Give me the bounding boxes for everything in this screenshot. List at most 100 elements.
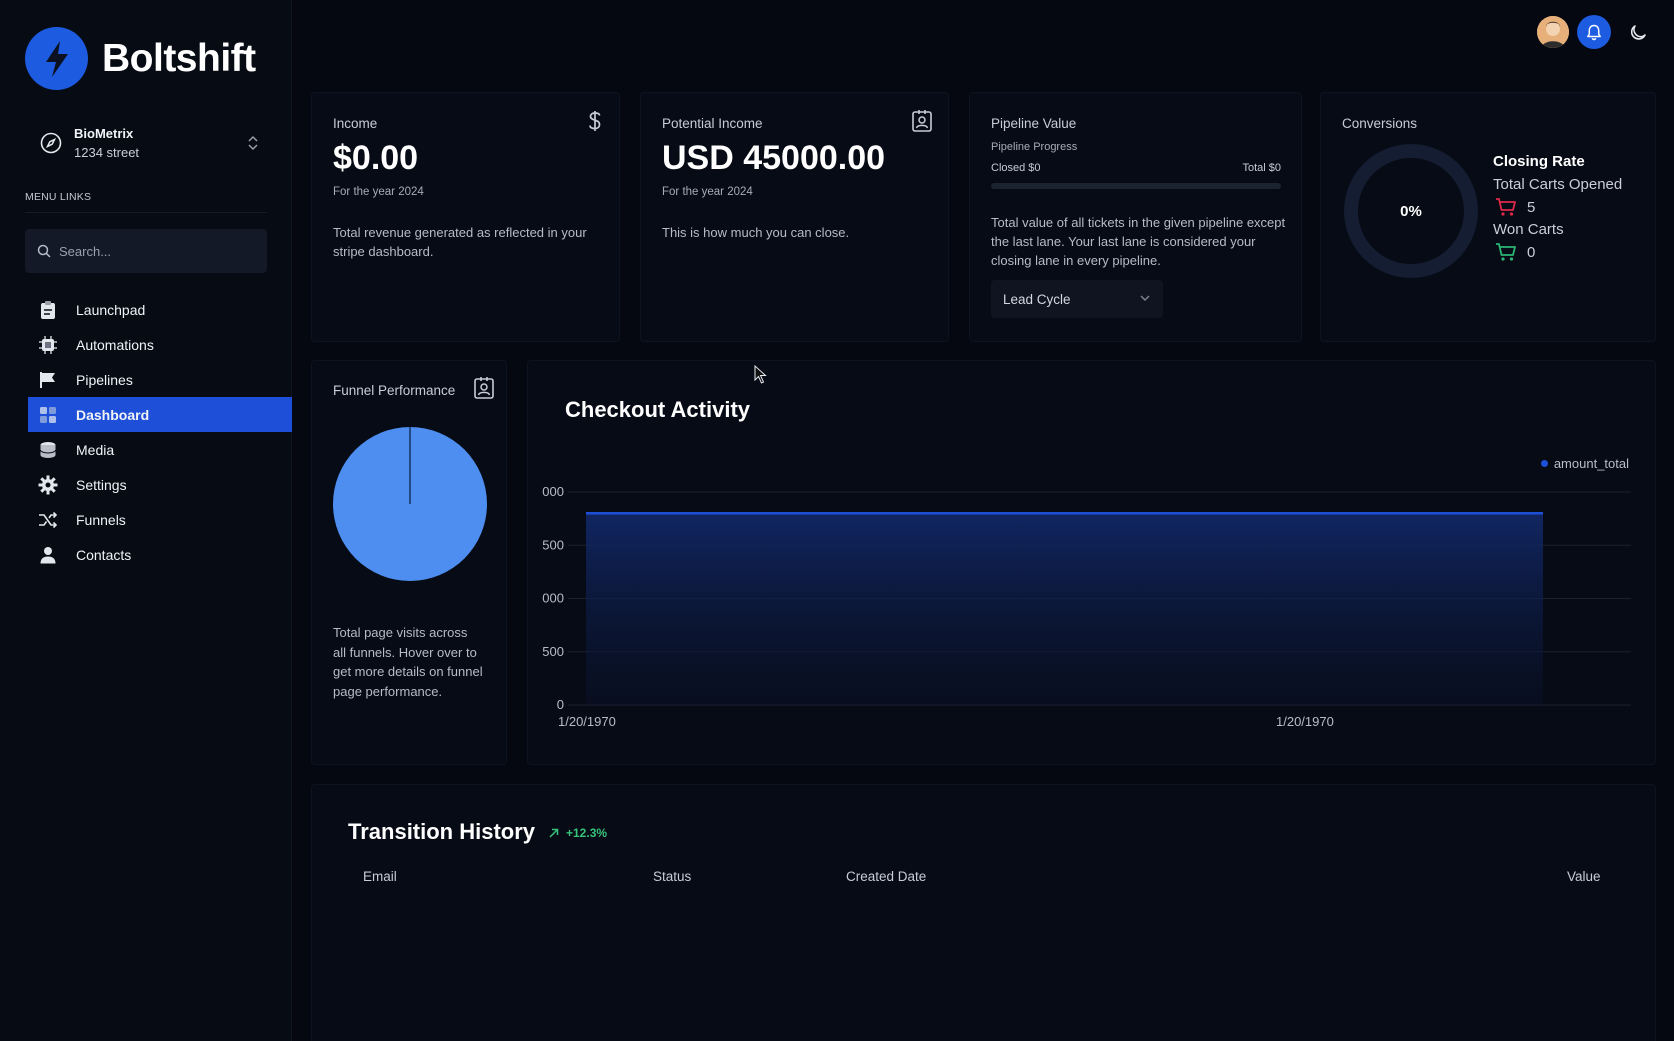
won-carts-count: 0 — [1527, 243, 1536, 261]
transition-history-title: Transition History — [348, 819, 536, 844]
dollar-icon — [589, 111, 601, 131]
sidebar-item-label: Automations — [76, 336, 154, 353]
mouse-cursor-icon — [754, 365, 767, 384]
funnel-description: Total page visits across all funnels. Ho… — [333, 625, 483, 699]
pipeline-total: Total $0 — [1242, 162, 1281, 174]
database-icon — [38, 440, 58, 460]
sidebar-item-label: Contacts — [76, 546, 132, 563]
gear-icon — [38, 475, 58, 495]
checkout-activity-card: Checkout Activity amount_total 0 500 000 50… — [527, 360, 1656, 765]
series-area — [586, 513, 1543, 705]
contact-card-icon — [912, 110, 932, 132]
column-header-created-date[interactable]: Created Date — [846, 869, 926, 884]
app-logo[interactable]: Boltshift — [25, 27, 256, 90]
sidebar-search[interactable] — [25, 229, 267, 273]
cart-icon — [1496, 243, 1516, 261]
y-tick-label: 500 — [542, 644, 564, 659]
funnel-performance-card: Funnel Performance Total page visits acr… — [311, 360, 507, 765]
sidebar-item-label: Media — [76, 441, 115, 458]
theme-toggle-button[interactable] — [1625, 20, 1651, 46]
column-header-value[interactable]: Value — [1567, 869, 1601, 884]
pipeline-progress-label: Pipeline Progress — [991, 141, 1078, 153]
sidebar-item-label: Launchpad — [76, 301, 146, 318]
y-tick-label: 0 — [557, 697, 564, 712]
cart-icon — [1496, 198, 1516, 216]
pipeline-select[interactable]: Lead Cycle — [991, 280, 1163, 318]
closing-rate-label: Closing Rate — [1493, 153, 1585, 170]
search-icon — [37, 244, 51, 258]
clipboard-icon — [38, 300, 58, 320]
pipeline-select-value: Lead Cycle — [1003, 291, 1071, 307]
y-tick-label: 000 — [542, 484, 564, 499]
card-title: Potential Income — [662, 116, 763, 131]
sidebar-item-settings[interactable]: Settings — [28, 467, 292, 502]
column-header-email[interactable]: Email — [363, 869, 397, 884]
y-tick-label: 500 — [542, 537, 564, 552]
x-tick-label: 1/20/1970 — [558, 714, 616, 729]
sidebar-nav: Launchpad Automations Pipelines Dashboar… — [28, 292, 292, 572]
sidebar: Boltshift BioMetrix 1234 street MENU LIN… — [0, 0, 292, 1041]
sidebar-item-label: Funnels — [76, 511, 126, 528]
sidebar-item-dashboard[interactable]: Dashboard — [28, 397, 292, 432]
org-switcher[interactable]: BioMetrix 1234 street — [40, 124, 260, 162]
pipeline-value-card: Pipeline Value Pipeline Progress Closed … — [969, 92, 1302, 342]
sidebar-item-pipelines[interactable]: Pipelines — [28, 362, 292, 397]
grid-icon — [38, 405, 58, 425]
card-title: Funnel Performance — [333, 383, 456, 398]
potential-income-description: This is how much you can close. — [662, 225, 850, 240]
transition-history-delta: +12.3% — [548, 826, 607, 840]
sidebar-item-label: Dashboard — [76, 406, 150, 423]
sidebar-item-label: Pipelines — [76, 371, 133, 388]
conversion-percent: 0% — [1400, 202, 1422, 220]
pipeline-description: Total value of all tickets in the given … — [991, 215, 1286, 268]
sidebar-item-automations[interactable]: Automations — [28, 327, 292, 362]
card-title: Pipeline Value — [991, 116, 1077, 131]
pipeline-progress-bar — [991, 183, 1281, 189]
potential-income-value: USD 45000.00 — [662, 139, 886, 177]
chevron-down-icon — [1140, 295, 1150, 301]
notifications-button[interactable] — [1577, 15, 1611, 49]
org-address: 1234 street — [74, 145, 140, 160]
search-input[interactable] — [59, 243, 259, 259]
total-carts-row: 5 — [1495, 195, 1622, 219]
income-description: Total revenue generated as reflected in … — [333, 225, 587, 259]
income-card: Income $0.00 For the year 2024 Total rev… — [311, 92, 620, 342]
sidebar-item-funnels[interactable]: Funnels — [28, 502, 292, 537]
chip-icon — [38, 335, 58, 355]
conversions-card: Conversions 0% Closing Rate Total Carts … — [1320, 92, 1656, 342]
menu-divider — [25, 212, 267, 213]
total-carts-count: 5 — [1527, 198, 1536, 216]
compass-icon — [40, 132, 62, 154]
app-name: Boltshift — [102, 36, 256, 80]
potential-income-period: For the year 2024 — [662, 186, 753, 198]
y-tick-label: 000 — [542, 591, 564, 606]
org-name: BioMetrix — [74, 126, 134, 141]
shuffle-icon — [38, 510, 58, 530]
trend-up-icon — [549, 828, 559, 838]
conversion-stats: Closing Rate Total Carts Opened 5 Won Ca… — [1493, 153, 1622, 266]
funnel-pie-chart[interactable] — [331, 425, 489, 583]
sidebar-item-launchpad[interactable]: Launchpad — [28, 292, 292, 327]
income-period: For the year 2024 — [333, 186, 424, 198]
user-avatar[interactable] — [1537, 16, 1569, 48]
bolt-logo-icon — [25, 27, 88, 90]
transition-history-card: Transition History +12.3% Email Status C… — [311, 784, 1656, 1041]
x-tick-label: 1/20/1970 — [1276, 714, 1334, 729]
menu-links-label: MENU LINKS — [25, 191, 92, 203]
flag-icon — [38, 370, 58, 390]
total-carts-label: Total Carts Opened — [1493, 176, 1623, 193]
sidebar-item-contacts[interactable]: Contacts — [28, 537, 292, 572]
card-title: Conversions — [1342, 116, 1418, 131]
sidebar-item-media[interactable]: Media — [28, 432, 292, 467]
sidebar-item-label: Settings — [76, 476, 127, 493]
user-icon — [38, 545, 58, 565]
pipeline-progress-row: Closed $0 Total $0 — [991, 162, 1281, 174]
delta-value: +12.3% — [566, 826, 608, 840]
checkout-activity-chart[interactable]: 0 500 000 500 000 1/20/1970 1/20/1970 — [528, 361, 1657, 766]
potential-income-card: Potential Income USD 45000.00 For the ye… — [640, 92, 949, 342]
pipeline-closed: Closed $0 — [991, 162, 1041, 174]
chevron-updown-icon[interactable] — [246, 134, 260, 152]
card-title: Income — [333, 116, 378, 131]
bell-icon — [1587, 24, 1601, 40]
column-header-status[interactable]: Status — [653, 869, 691, 884]
